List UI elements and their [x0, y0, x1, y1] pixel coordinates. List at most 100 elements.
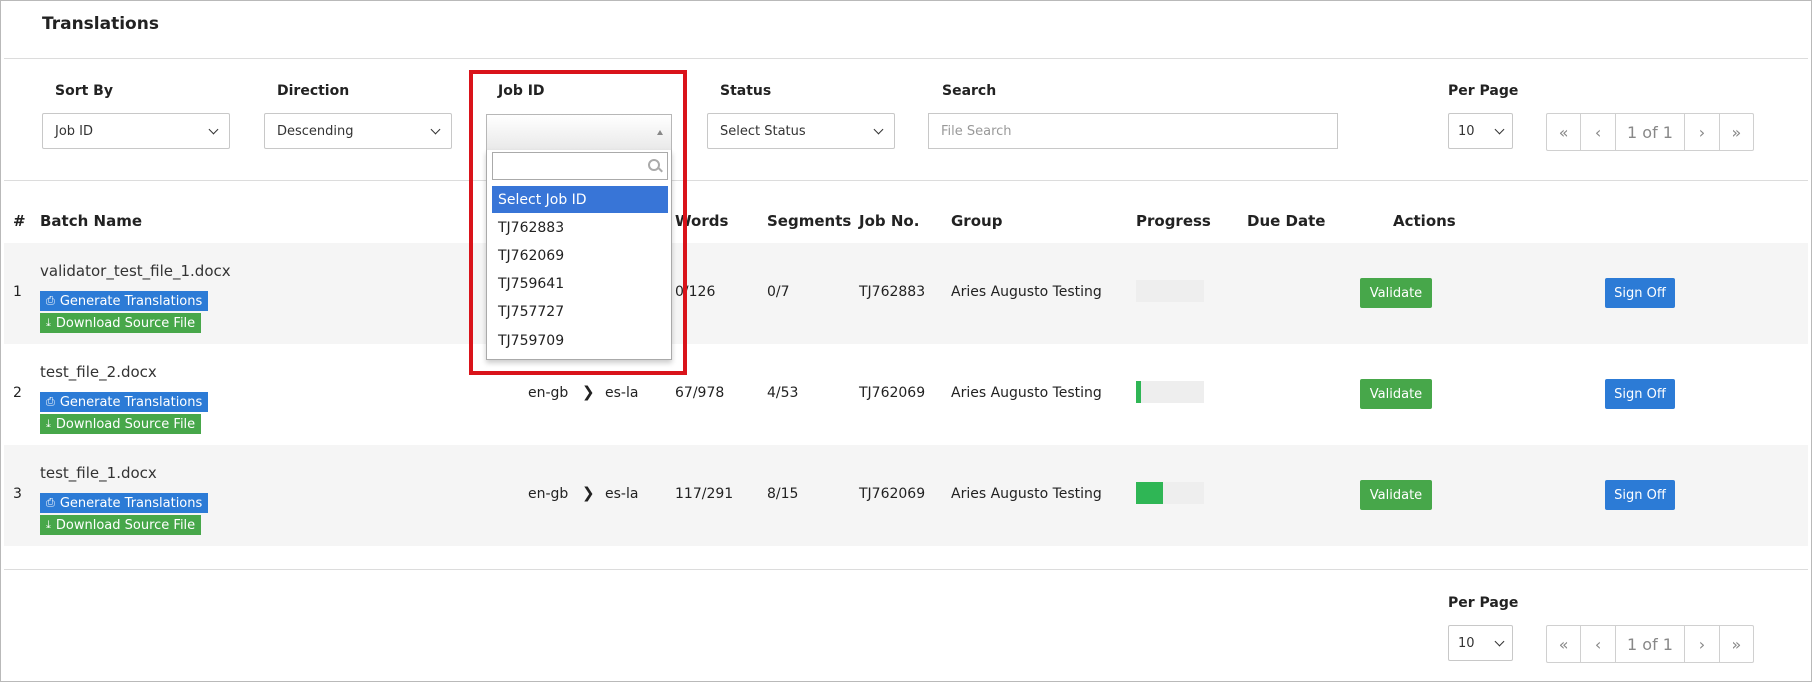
- direction-select[interactable]: Descending: [264, 113, 452, 149]
- chevron-down-icon: [1494, 124, 1505, 134]
- chevron-right-icon: ❯: [582, 383, 595, 401]
- sort-by-label: Sort By: [55, 83, 113, 99]
- col-header-progress: Progress: [1136, 212, 1211, 230]
- validate-button[interactable]: Validate: [1360, 480, 1432, 510]
- target-language: es-la: [605, 385, 639, 401]
- chevron-down-icon: [430, 124, 441, 134]
- sign-off-button[interactable]: Sign Off: [1605, 278, 1675, 308]
- last-page-button[interactable]: »: [1720, 114, 1753, 150]
- search-placeholder: File Search: [941, 123, 1012, 139]
- source-language: en-gb: [528, 385, 569, 401]
- segments-value: 4/53: [767, 385, 799, 401]
- progress-fill: [1136, 381, 1141, 403]
- download-icon: ⤓: [46, 518, 51, 531]
- first-page-button[interactable]: «: [1547, 626, 1582, 662]
- footer-per-page-value: 10: [1458, 635, 1475, 651]
- col-header-actions: Actions: [1393, 212, 1456, 230]
- generate-translations-button[interactable]: ⎙ Generate Translations: [40, 493, 209, 513]
- validate-button[interactable]: Validate: [1360, 278, 1432, 308]
- col-header-due-date: Due Date: [1247, 212, 1326, 230]
- printer-icon: ⎙: [46, 395, 55, 408]
- last-page-button[interactable]: »: [1720, 626, 1753, 662]
- pagination-bottom: « ‹ 1 of 1 › »: [1546, 625, 1754, 663]
- status-select[interactable]: Select Status: [707, 113, 895, 149]
- words-value: 117/291: [675, 486, 734, 502]
- generate-translations-label: Generate Translations: [59, 495, 203, 511]
- divider: [4, 58, 1808, 59]
- table-row: 2 test_file_2.docx ⎙ Generate Translation…: [4, 344, 1808, 445]
- generate-translations-label: Generate Translations: [59, 394, 203, 410]
- per-page-value: 10: [1458, 123, 1475, 139]
- printer-icon: ⎙: [46, 496, 55, 509]
- progress-fill: [1136, 482, 1164, 504]
- table-row: 3 test_file_1.docx ⎙ Generate Translation…: [4, 445, 1808, 546]
- progress-bar: [1136, 280, 1204, 302]
- footer-per-page-select[interactable]: 10: [1448, 625, 1513, 661]
- next-page-button[interactable]: ›: [1685, 626, 1720, 662]
- download-source-label: Download Source File: [55, 416, 196, 432]
- divider: [4, 180, 1808, 181]
- status-value: Select Status: [720, 123, 806, 139]
- generate-translations-button[interactable]: ⎙ Generate Translations: [40, 392, 209, 412]
- page-info: 1 of 1: [1616, 626, 1686, 662]
- download-source-button[interactable]: ⤓ Download Source File: [40, 414, 202, 434]
- generate-translations-label: Generate Translations: [59, 293, 203, 309]
- group-name: Aries Augusto Testing: [951, 385, 1102, 401]
- job-number: TJ762069: [859, 486, 926, 502]
- search-label: Search: [942, 83, 997, 99]
- sign-off-button[interactable]: Sign Off: [1605, 379, 1675, 409]
- chevron-down-icon: [873, 124, 884, 134]
- col-header-segments: Segments: [767, 212, 852, 230]
- direction-value: Descending: [277, 123, 354, 139]
- validate-button[interactable]: Validate: [1360, 379, 1432, 409]
- next-page-button[interactable]: ›: [1685, 114, 1720, 150]
- prev-page-button[interactable]: ‹: [1581, 114, 1616, 150]
- chevron-down-icon: [208, 124, 219, 134]
- progress-bar: [1136, 482, 1204, 504]
- generate-translations-button[interactable]: ⎙ Generate Translations: [40, 291, 209, 311]
- download-source-label: Download Source File: [55, 315, 196, 331]
- first-page-button[interactable]: «: [1547, 114, 1582, 150]
- col-header-num: #: [13, 212, 26, 230]
- job-number: TJ762883: [859, 284, 926, 300]
- per-page-label: Per Page: [1448, 83, 1519, 99]
- table-row: 1 validator_test_file_1.docx ⎙ Generate T…: [4, 243, 1808, 344]
- chevron-right-icon: ❯: [582, 484, 595, 502]
- batch-file-name: validator_test_file_1.docx: [40, 262, 231, 280]
- group-name: Aries Augusto Testing: [951, 486, 1102, 502]
- segments-value: 8/15: [767, 486, 799, 502]
- sort-by-select[interactable]: Job ID: [42, 113, 230, 149]
- batch-file-name: test_file_1.docx: [40, 464, 157, 482]
- pagination-top: « ‹ 1 of 1 › »: [1546, 113, 1754, 151]
- printer-icon: ⎙: [46, 294, 55, 307]
- words-value: 67/978: [675, 385, 725, 401]
- sign-off-button[interactable]: Sign Off: [1605, 480, 1675, 510]
- page-info: 1 of 1: [1616, 114, 1686, 150]
- status-label: Status: [720, 83, 772, 99]
- job-number: TJ762069: [859, 385, 926, 401]
- highlight-box: [469, 70, 687, 375]
- download-source-label: Download Source File: [55, 517, 196, 533]
- segments-value: 0/7: [767, 284, 790, 300]
- direction-label: Direction: [277, 83, 350, 99]
- col-header-group: Group: [951, 212, 1003, 230]
- col-header-batch: Batch Name: [40, 212, 142, 230]
- col-header-job: Job No.: [859, 212, 920, 230]
- group-name: Aries Augusto Testing: [951, 284, 1102, 300]
- progress-bar: [1136, 381, 1204, 403]
- search-input[interactable]: File Search: [928, 113, 1338, 149]
- sort-by-value: Job ID: [55, 123, 94, 139]
- target-language: es-la: [605, 486, 639, 502]
- source-language: en-gb: [528, 486, 569, 502]
- page-title: Translations: [42, 14, 159, 34]
- download-source-button[interactable]: ⤓ Download Source File: [40, 515, 202, 535]
- download-icon: ⤓: [46, 316, 51, 329]
- download-icon: ⤓: [46, 417, 51, 430]
- chevron-down-icon: [1494, 636, 1505, 646]
- footer-per-page-label: Per Page: [1448, 595, 1519, 611]
- divider: [4, 569, 1808, 570]
- per-page-select[interactable]: 10: [1448, 113, 1513, 149]
- row-number: 2: [13, 385, 22, 401]
- prev-page-button[interactable]: ‹: [1581, 626, 1616, 662]
- download-source-button[interactable]: ⤓ Download Source File: [40, 313, 202, 333]
